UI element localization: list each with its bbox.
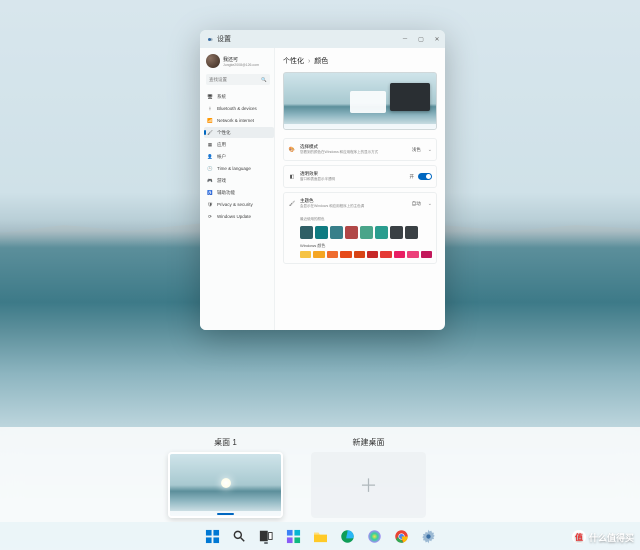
color-swatch[interactable] [394, 251, 405, 258]
task-view-button[interactable] [258, 528, 275, 545]
clock-icon: 🕒 [207, 166, 213, 172]
new-desktop-button[interactable]: ＋ [311, 452, 426, 518]
search-input[interactable]: 查找设置 🔍 [206, 74, 270, 85]
maximize-button[interactable]: ▢ [417, 35, 425, 43]
sidebar-item-label: 帐户 [217, 154, 226, 160]
color-swatch[interactable] [360, 226, 373, 239]
sidebar-item-label: Time & language [217, 166, 251, 171]
sidebar-item-brush[interactable]: 🖌 个性化 [204, 127, 274, 138]
search-button[interactable] [231, 528, 248, 545]
settings-icon [204, 34, 214, 44]
mode-row[interactable]: 🎨 选择模式 您看到的颜色在Windows 和应用程序上的显示方式 浅色 ⌄ [283, 138, 437, 161]
sidebar-item-label: Windows Update [217, 214, 251, 219]
sidebar-item-label: Network & internet [217, 118, 254, 123]
color-swatch[interactable] [354, 251, 365, 258]
bluetooth-icon: ᚼ [207, 106, 213, 112]
color-swatch[interactable] [375, 226, 388, 239]
content-pane: 个性化 › 颜色 🎨 选择模式 您看到的颜色在Windows 和应用程序上的显示… [275, 48, 445, 330]
shield-icon: 🛡 [207, 202, 213, 208]
accessibility-icon: ♿ [207, 190, 213, 196]
desktop-1[interactable]: 桌面 1 [168, 437, 283, 518]
edge-button[interactable] [339, 528, 356, 545]
monitor-icon: 🖥 [207, 94, 213, 100]
search-placeholder: 查找设置 [209, 77, 227, 83]
sidebar-item-label: 辅助功能 [217, 190, 235, 196]
color-swatch[interactable] [380, 251, 391, 258]
color-swatch[interactable] [340, 251, 351, 258]
sidebar-item-label: 应用 [217, 142, 226, 148]
breadcrumb-parent[interactable]: 个性化 [283, 58, 304, 65]
sidebar-item-label: 游戏 [217, 178, 226, 184]
explorer-button[interactable] [312, 528, 329, 545]
search-icon: 🔍 [261, 77, 267, 83]
color-swatch[interactable] [327, 251, 338, 258]
accent-row[interactable]: 🖌 主题色 会显示在Windows 和应用程序上的主色调 自动 ⌄ 最近使用的颜… [283, 192, 437, 264]
sidebar-item-clock[interactable]: 🕒 Time & language [204, 163, 274, 174]
update-icon: ⟳ [207, 214, 213, 220]
color-swatch[interactable] [300, 251, 311, 258]
sidebar: 我还可 Jungke2008@126.com 查找设置 🔍 🖥 系统 ᚼ Blueto… [200, 48, 275, 330]
titlebar: 设置 ─ ▢ ✕ [200, 30, 445, 48]
brush-icon: 🖌 [207, 130, 213, 136]
settings-window: 设置 ─ ▢ ✕ 我还可 Jungke2008@126.com 查找设置 🔍 🖥… [200, 30, 445, 330]
sidebar-item-shield[interactable]: 🛡 Privacy & security [204, 199, 274, 210]
chevron-down-icon: ⌄ [428, 147, 432, 153]
color-swatch[interactable] [421, 251, 432, 258]
user-name: 我还可 [223, 56, 259, 63]
color-swatch[interactable] [390, 226, 403, 239]
sidebar-item-update[interactable]: ⟳ Windows Update [204, 211, 274, 222]
transparency-icon: ◧ [288, 173, 296, 181]
user-email: Jungke2008@126.com [223, 63, 259, 67]
color-swatch[interactable] [405, 226, 418, 239]
apps-icon: ▦ [207, 142, 213, 148]
breadcrumb: 个性化 › 颜色 [283, 56, 437, 66]
close-button[interactable]: ✕ [433, 35, 441, 43]
app-button[interactable] [366, 528, 383, 545]
wifi-icon: 📶 [207, 118, 213, 124]
avatar [206, 54, 220, 68]
start-button[interactable] [204, 528, 221, 545]
brush-icon: 🖌 [288, 200, 296, 208]
transparency-toggle[interactable] [418, 173, 432, 180]
color-swatch[interactable] [367, 251, 378, 258]
window-title: 设置 [217, 34, 401, 44]
watermark: 值 什么值得买 [572, 530, 634, 544]
settings-taskbar-button[interactable] [420, 528, 437, 545]
sidebar-item-person[interactable]: 👤 帐户 [204, 151, 274, 162]
user-profile[interactable]: 我还可 Jungke2008@126.com [204, 54, 274, 68]
chrome-button[interactable] [393, 528, 410, 545]
sidebar-item-label: Bluetooth & devices [217, 106, 257, 111]
desktop-thumbnail[interactable] [168, 452, 283, 518]
sidebar-item-label: 系统 [217, 94, 226, 100]
taskbar [0, 522, 640, 550]
color-swatch[interactable] [315, 226, 328, 239]
transparency-row: ◧ 透明效果 窗口和表面显示半透明 开 [283, 165, 437, 188]
color-swatch[interactable] [313, 251, 324, 258]
chevron-down-icon: ⌄ [428, 201, 432, 207]
gamepad-icon: 🎮 [207, 178, 213, 184]
widgets-button[interactable] [285, 528, 302, 545]
person-icon: 👤 [207, 154, 213, 160]
palette-icon: 🎨 [288, 146, 296, 154]
sidebar-item-monitor[interactable]: 🖥 系统 [204, 91, 274, 102]
sidebar-item-label: 个性化 [217, 130, 231, 136]
sidebar-item-apps[interactable]: ▦ 应用 [204, 139, 274, 150]
color-swatch[interactable] [300, 226, 313, 239]
color-swatch[interactable] [407, 251, 418, 258]
watermark-badge: 值 [572, 530, 586, 544]
sidebar-item-wifi[interactable]: 📶 Network & internet [204, 115, 274, 126]
sidebar-item-accessibility[interactable]: ♿ 辅助功能 [204, 187, 274, 198]
breadcrumb-current: 颜色 [314, 58, 328, 65]
sidebar-item-gamepad[interactable]: 🎮 游戏 [204, 175, 274, 186]
task-view-panel: 桌面 1 新建桌面 ＋ [0, 427, 640, 522]
color-swatch[interactable] [330, 226, 343, 239]
minimize-button[interactable]: ─ [401, 35, 409, 43]
color-swatch[interactable] [345, 226, 358, 239]
theme-preview [283, 72, 437, 130]
new-desktop[interactable]: 新建桌面 ＋ [311, 437, 426, 518]
sidebar-item-label: Privacy & security [217, 202, 253, 207]
sidebar-item-bluetooth[interactable]: ᚼ Bluetooth & devices [204, 103, 274, 114]
